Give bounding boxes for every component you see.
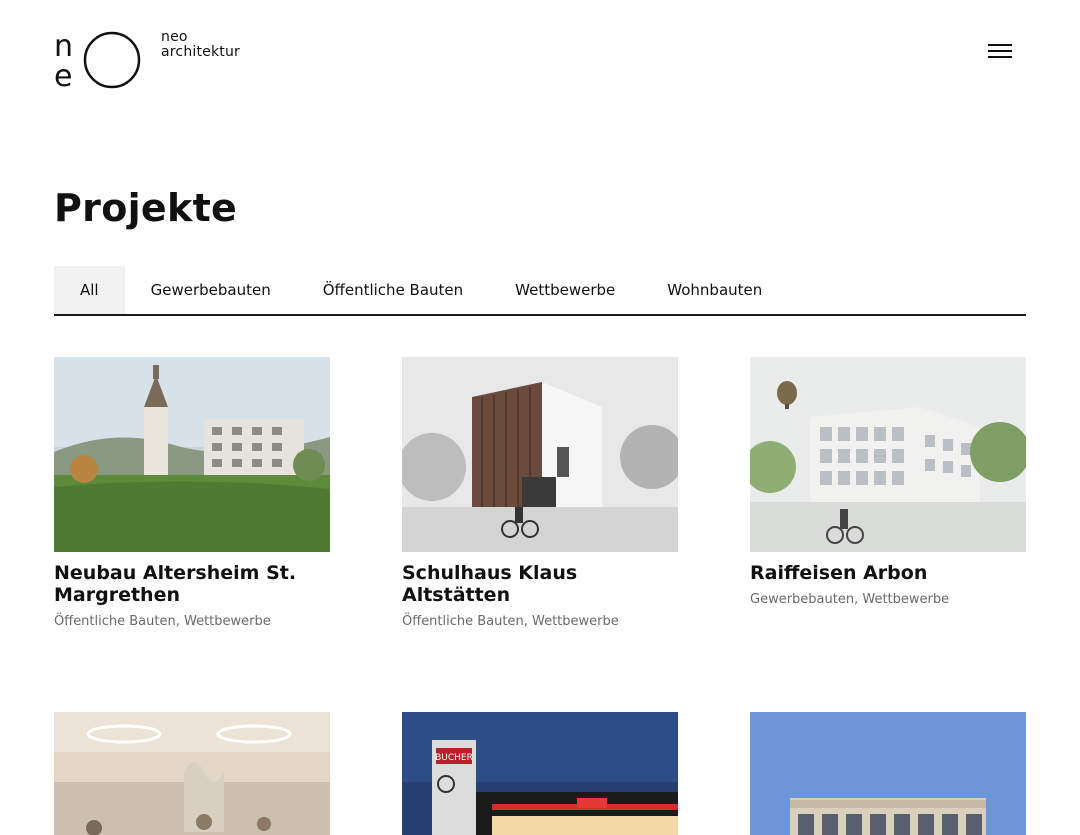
logo-wordmark: neo architektur [161,30,240,60]
logo-line-neo: neo [161,29,188,45]
page-title: Projekte [54,186,238,230]
project-image-facade[interactable] [750,712,1026,835]
bucher-sign-label: BUCHER [435,753,473,763]
project-card[interactable]: Neubau Altersheim St. Margrethen Öffentl… [54,357,330,629]
project-image-altersheim[interactable] [54,357,330,552]
project-categories: Öffentliche Bauten, Wettbewerbe [402,614,619,629]
project-image-bucher[interactable]: BUCHER [402,712,678,835]
project-card[interactable] [54,712,330,835]
project-image-raiffeisen[interactable] [750,357,1026,552]
neo-logo-icon: n e [54,29,141,94]
filter-all[interactable]: All [54,266,125,314]
filter-wettbewerbe[interactable]: Wettbewerbe [489,266,641,314]
filter-oeffentliche-bauten[interactable]: Öffentliche Bauten [297,266,489,314]
logo-line-architektur: architektur [161,44,241,60]
project-title[interactable]: Raiffeisen Arbon [750,562,1026,584]
project-title[interactable]: Neubau Altersheim St. Margrethen [54,562,330,606]
logo-circle [83,31,141,89]
project-card[interactable] [750,712,1026,835]
project-categories: Gewerbebauten, Wettbewerbe [750,592,950,607]
project-card[interactable]: Raiffeisen Arbon Gewerbebauten, Wettbewe… [750,357,1026,607]
logo[interactable]: n e neo architektur [54,29,254,94]
project-card[interactable]: Schulhaus Klaus Altstätten Öffentliche B… [402,357,678,629]
project-title[interactable]: Schulhaus Klaus Altstätten [402,562,678,606]
filter-wohnbauten[interactable]: Wohnbauten [641,266,788,314]
project-image-schulhaus[interactable] [402,357,678,552]
menu-icon[interactable] [988,44,1012,62]
filter-tabs: All Gewerbebauten Öffentliche Bauten Wet… [54,266,1026,316]
project-image-interior[interactable] [54,712,330,835]
filter-gewerbebauten[interactable]: Gewerbebauten [125,266,297,314]
project-card[interactable]: BUCHER [402,712,678,835]
logo-glyph-e: e [54,59,72,90]
page: n e neo architektur Projekte All Gewerbe… [0,0,1080,835]
project-categories: Öffentliche Bauten, Wettbewerbe [54,614,271,629]
